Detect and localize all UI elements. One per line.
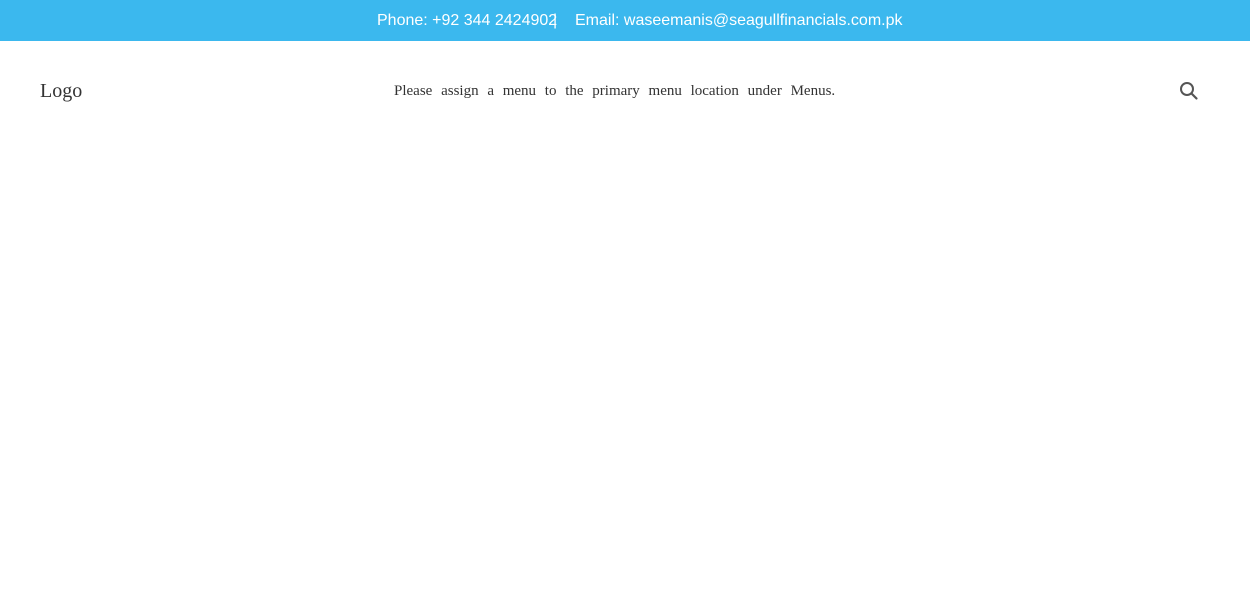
- contact-separator: |: [553, 12, 558, 29]
- contact-topbar: Phone: +92 344 2424902 | Email: waseeman…: [0, 0, 1250, 41]
- site-logo[interactable]: Logo: [40, 79, 82, 103]
- search-icon: [1180, 82, 1198, 100]
- menu-notice: Please assign a menu to the primary menu…: [394, 83, 836, 99]
- contact-email: Email: waseemanis@seagullfinancials.com.…: [575, 12, 903, 29]
- search-button[interactable]: [1178, 80, 1200, 102]
- contact-phone: Phone: +92 344 2424902: [377, 12, 558, 29]
- site-header: Logo Please assign a menu to the primary…: [0, 41, 1250, 141]
